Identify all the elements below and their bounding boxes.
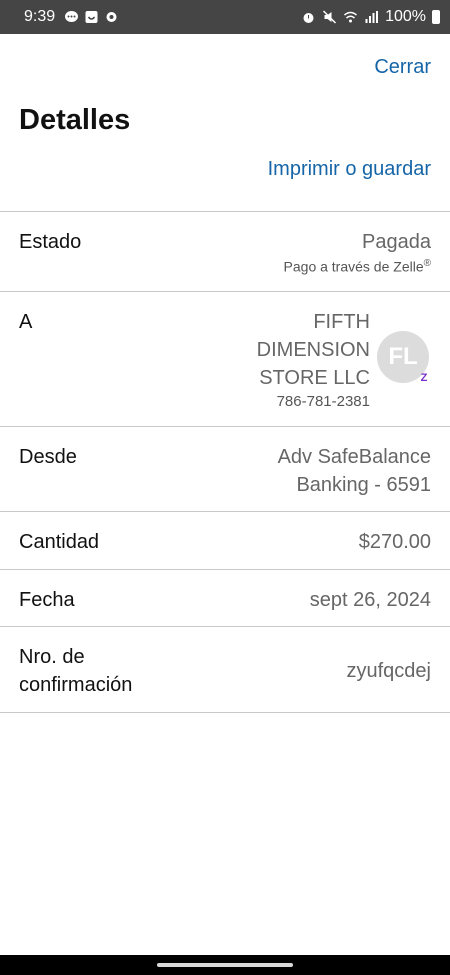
row-fecha: Fecha sept 26, 2024 bbox=[0, 569, 450, 627]
page-title: Detalles bbox=[19, 104, 131, 136]
row-confirmacion: Nro. de confirmación zyufqcdej bbox=[0, 626, 450, 713]
recipient-name-line1: FIFTH bbox=[313, 311, 370, 333]
confirmation-number: zyufqcdej bbox=[346, 660, 432, 682]
system-icons: 100% bbox=[301, 8, 440, 26]
confirmacion-label: Nro. de confirmación bbox=[19, 643, 132, 699]
source-account-line1: Adv SafeBalance bbox=[277, 446, 431, 468]
source-account: Adv SafeBalance Banking - 6591 bbox=[278, 443, 431, 499]
avatar-initials: FL bbox=[388, 343, 418, 370]
recipient-phone: 786-781-2381 bbox=[276, 393, 370, 410]
message-icon bbox=[65, 11, 78, 22]
row-destinatario: A FIFTH DIMENSION STORE LLC 786-781-2381… bbox=[0, 291, 450, 427]
recipient-avatar: FL Z bbox=[377, 331, 429, 384]
confirmacion-label-line1: Nro. de bbox=[19, 646, 85, 668]
estado-label: Estado bbox=[19, 231, 82, 253]
zelle-note-text: Pago a través de Zelle bbox=[283, 258, 424, 275]
amount-value: $270.00 bbox=[358, 531, 431, 553]
close-button[interactable]: Cerrar bbox=[374, 56, 431, 79]
row-estado: Estado Pagada Pago a través de Zelle® bbox=[0, 211, 450, 292]
registered-mark: ® bbox=[423, 258, 431, 269]
mute-icon bbox=[323, 10, 337, 24]
source-account-line2: Banking - 6591 bbox=[296, 474, 431, 496]
confirmacion-label-line2: confirmación bbox=[19, 674, 133, 696]
row-desde: Desde Adv SafeBalance Banking - 6591 bbox=[0, 426, 450, 512]
app-icon bbox=[85, 11, 98, 23]
signal-icon bbox=[365, 11, 379, 23]
zelle-note: Pago a través de Zelle® bbox=[284, 258, 431, 275]
recipient-name-line2: DIMENSION bbox=[256, 339, 370, 361]
battery-icon bbox=[432, 10, 440, 24]
fecha-label: Fecha bbox=[19, 589, 75, 611]
recipient-name-line3: STORE LLC bbox=[259, 367, 370, 389]
status-bar: 9:39 100% bbox=[0, 0, 450, 34]
row-cantidad: Cantidad $270.00 bbox=[0, 511, 450, 570]
status-time: 9:39 bbox=[24, 8, 56, 25]
estado-value: Pagada bbox=[362, 231, 431, 253]
notification-icons bbox=[64, 10, 119, 24]
settings-gear-icon bbox=[106, 12, 117, 22]
recipient-name: FIFTH DIMENSION STORE LLC bbox=[257, 308, 370, 392]
navigation-bar bbox=[0, 955, 450, 975]
battery-percent: 100% bbox=[385, 8, 426, 25]
print-or-save-button[interactable]: Imprimir o guardar bbox=[268, 158, 431, 181]
zelle-icon: Z bbox=[420, 372, 428, 384]
destinatario-label: A bbox=[19, 311, 33, 333]
wifi-icon bbox=[344, 11, 358, 23]
home-indicator[interactable] bbox=[157, 963, 293, 967]
alarm-icon bbox=[303, 13, 314, 23]
cantidad-label: Cantidad bbox=[19, 531, 100, 553]
date-value: sept 26, 2024 bbox=[309, 589, 431, 611]
desde-label: Desde bbox=[19, 446, 77, 468]
